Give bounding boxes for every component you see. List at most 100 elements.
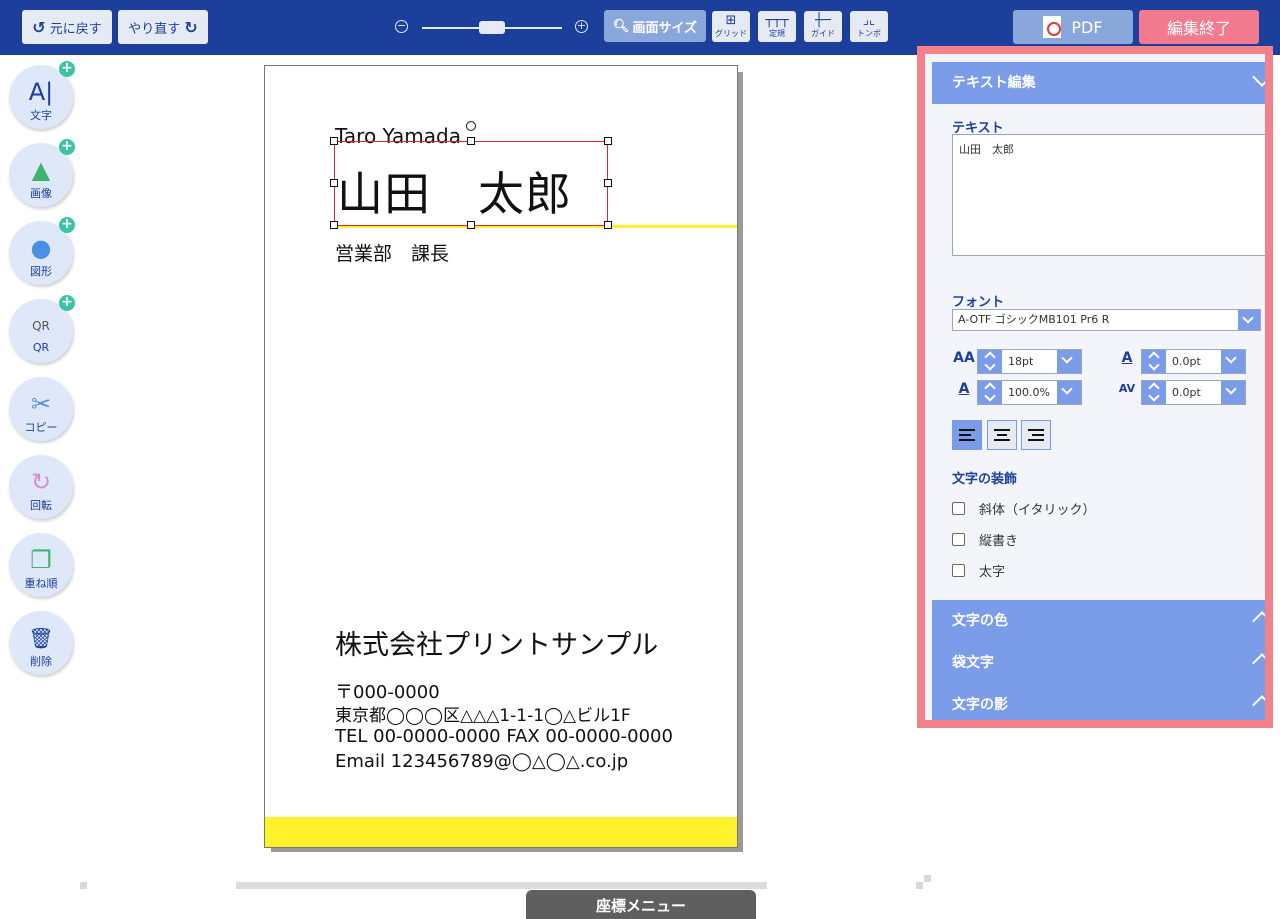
plus-icon: + [59, 61, 75, 77]
card-job-title[interactable]: 営業部 課長 [335, 239, 449, 266]
text-input[interactable]: 山田 太郎 [952, 134, 1265, 256]
align-center-button[interactable] [987, 420, 1017, 450]
text-edit-header[interactable]: テキスト編集 [932, 62, 1265, 104]
stepper-arrows-icon[interactable] [978, 350, 1002, 373]
chevron-down-icon[interactable] [1221, 350, 1245, 373]
align-left-button[interactable] [952, 420, 982, 450]
chevron-down-icon[interactable] [1221, 381, 1245, 404]
decoration-label: 文字の装飾 [952, 472, 1018, 487]
screen-size-label: 画面サイズ [632, 20, 698, 36]
guide-label: ガイド [811, 29, 835, 38]
text-shadow-section[interactable]: 文字の影 [932, 684, 1265, 720]
zoom-control: − + [395, 17, 590, 39]
stepper-arrows-icon[interactable] [978, 381, 1002, 404]
font-select[interactable]: A-OTF ゴシックMB101 Pr6 R [952, 309, 1261, 331]
ruler-label: 定規 [769, 29, 785, 38]
add-qr-tool[interactable]: QR QR + [9, 295, 75, 363]
copy-tool[interactable]: ✂ コピー [9, 377, 73, 441]
resize-handle[interactable] [330, 221, 338, 229]
bold-label: 太字 [979, 565, 1006, 580]
width-scale-stepper[interactable]: 100.0% [977, 380, 1082, 405]
letter-spacing-stepper[interactable]: 0.0pt [1141, 380, 1246, 405]
resize-handle[interactable] [330, 137, 338, 145]
layer-order-tool[interactable]: ❐ 重ね順 [9, 533, 73, 597]
tool-label: コピー [24, 421, 58, 434]
end-edit-button[interactable]: 編集終了 [1139, 10, 1259, 44]
tool-label: 削除 [30, 655, 52, 668]
font-size-stepper[interactable]: 18pt [977, 349, 1082, 374]
outline-text-title: 袋文字 [952, 655, 994, 671]
card-company-name[interactable]: 株式会社プリントサンプル [335, 623, 658, 662]
trim-mark-icon: ⌟⌞ [862, 13, 876, 28]
rotate-handle[interactable] [466, 121, 476, 131]
vertical-option[interactable]: 縦書き [952, 530, 1018, 549]
chevron-up-icon [1252, 611, 1265, 631]
tool-label: 重ね順 [24, 577, 58, 590]
line-spacing-stepper[interactable]: 0.0pt [1141, 349, 1246, 374]
tool-label: QR [32, 341, 50, 354]
rotate-icon: ↻ [30, 468, 52, 496]
plus-icon: + [59, 295, 75, 311]
add-text-tool[interactable]: A| 文字 + [9, 61, 75, 129]
qr-icon: QR [32, 319, 50, 333]
screen-size-button[interactable]: 🔍︎ 画面サイズ [604, 10, 706, 42]
stepper-arrows-icon[interactable] [1142, 350, 1166, 373]
italic-checkbox[interactable] [952, 502, 965, 515]
scroll-right-arrow[interactable] [916, 882, 923, 889]
horizontal-scrollbar[interactable] [236, 882, 767, 889]
delete-tool[interactable]: 🗑 削除 [9, 611, 73, 675]
chevron-up-icon [1252, 653, 1265, 673]
italic-option[interactable]: 斜体（イタリック） [952, 499, 1095, 518]
ruler-button[interactable]: ┬┬┬ 定規 [758, 11, 796, 42]
magnifier-icon: 🔍︎ [612, 18, 630, 34]
line-spacing-icon: A [1121, 350, 1133, 366]
bold-option[interactable]: 太字 [952, 561, 1005, 580]
card-address[interactable]: 東京都◯◯◯区△△△1-1-1◯△ビル1F [335, 701, 631, 726]
text-color-section[interactable]: 文字の色 [932, 600, 1265, 642]
pdf-label: PDF [1071, 17, 1103, 37]
resize-handle[interactable] [604, 179, 612, 187]
chevron-up-icon [1252, 695, 1265, 715]
plus-icon: + [59, 139, 75, 155]
scroll-corner[interactable] [924, 875, 931, 882]
selection-box[interactable] [334, 141, 608, 226]
width-scale-icon: A [958, 381, 970, 397]
outline-text-section[interactable]: 袋文字 [932, 642, 1265, 684]
tool-label: 図形 [30, 265, 52, 278]
undo-button[interactable]: ↺ 元に戻す [22, 10, 112, 44]
layers-icon: ❐ [30, 546, 52, 574]
resize-handle[interactable] [604, 137, 612, 145]
rotate-tool[interactable]: ↻ 回転 [9, 455, 73, 519]
zoom-out-icon[interactable]: − [395, 20, 408, 33]
stepper-arrows-icon[interactable] [1142, 381, 1166, 404]
coordinate-menu-tab[interactable]: 座標メニュー [526, 890, 756, 919]
zoom-slider-thumb[interactable] [479, 21, 505, 34]
add-image-tool[interactable]: ▲ 画像 + [9, 139, 75, 207]
pdf-button[interactable]: PDF [1013, 10, 1133, 44]
resize-handle[interactable] [604, 221, 612, 229]
accent-bar[interactable] [265, 817, 737, 847]
chevron-down-icon[interactable] [1057, 381, 1081, 404]
resize-handle[interactable] [467, 221, 475, 229]
redo-button[interactable]: やり直す ↻ [118, 10, 208, 44]
chevron-down-icon[interactable] [1057, 350, 1081, 373]
align-right-button[interactable] [1021, 420, 1051, 450]
guide-button[interactable]: ┼─ ガイド [804, 11, 842, 42]
trim-mark-button[interactable]: ⌟⌞ トンボ [850, 11, 888, 42]
scissors-icon: ✂ [30, 390, 52, 418]
scroll-left-arrow[interactable] [80, 882, 87, 889]
grid-label: グリッド [715, 29, 747, 38]
card-tel-fax[interactable]: TEL 00-0000-0000 FAX 00-0000-0000 [335, 726, 673, 747]
resize-handle[interactable] [467, 137, 475, 145]
grid-button[interactable]: ⊞ グリッド [712, 11, 750, 42]
image-icon: ▲ [31, 156, 51, 184]
add-shape-tool[interactable]: ● 図形 + [9, 217, 75, 285]
chevron-down-icon [1252, 67, 1265, 87]
bold-checkbox[interactable] [952, 564, 965, 577]
line-spacing-value: 0.0pt [1172, 355, 1201, 368]
resize-handle[interactable] [330, 179, 338, 187]
zoom-in-icon[interactable]: + [575, 20, 588, 33]
vertical-checkbox[interactable] [952, 533, 965, 546]
card-email[interactable]: Email 123456789@◯△◯△.co.jp [335, 751, 628, 772]
letter-spacing-icon: AV [1118, 382, 1136, 395]
